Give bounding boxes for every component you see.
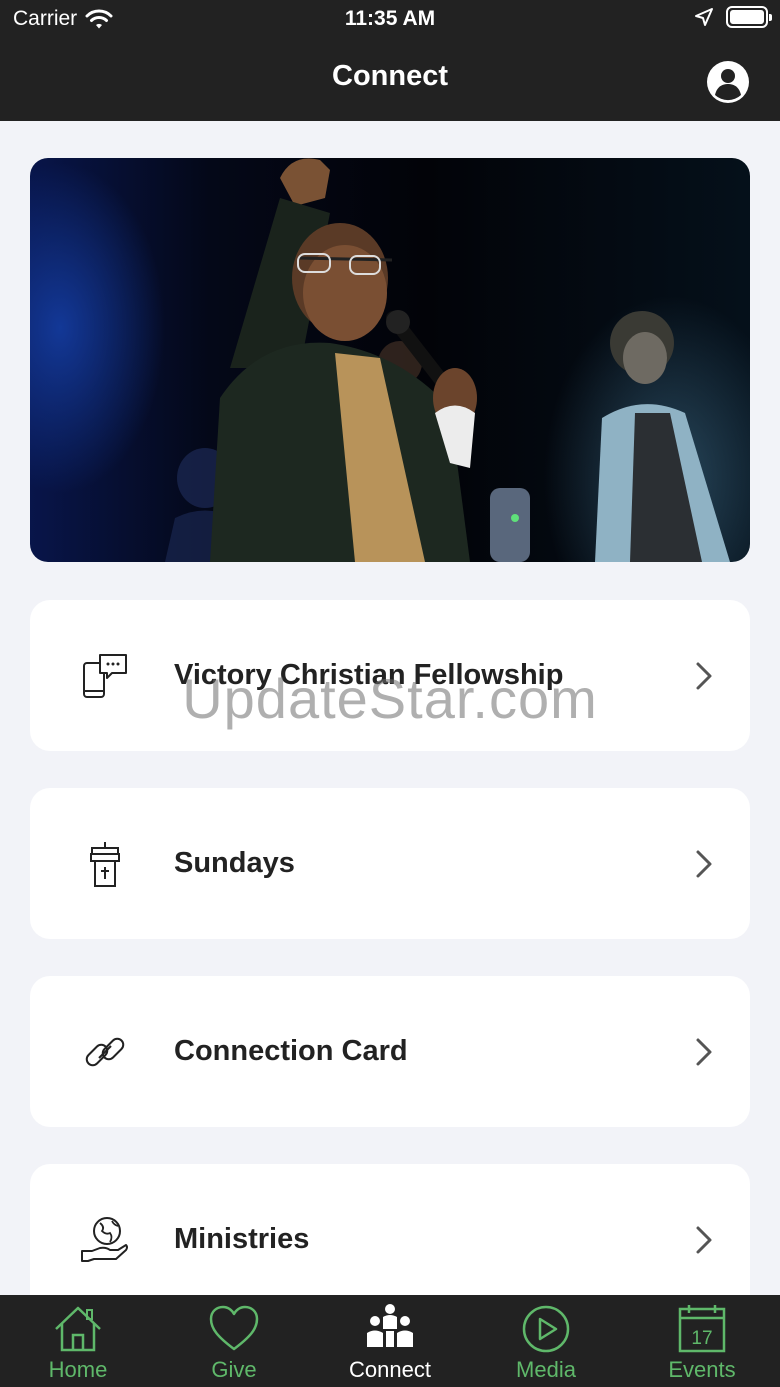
worship-leader-photo <box>165 158 730 562</box>
link-icon <box>85 1037 125 1066</box>
tab-bar: Home Give Connect Media 17 Events <box>0 1295 780 1387</box>
card-sundays[interactable]: Sundays <box>30 788 750 939</box>
people-icon <box>367 1304 413 1347</box>
hero-image <box>30 158 750 562</box>
top-bar: Carrier 11:35 AM Connect <box>0 0 780 121</box>
battery-icon <box>726 6 772 28</box>
tab-connect[interactable]: Connect <box>312 1295 468 1387</box>
status-time: 11:35 AM <box>344 7 436 30</box>
tab-label-connect: Connect <box>349 1357 431 1382</box>
tab-label-events: Events <box>668 1357 736 1382</box>
tab-media[interactable]: Media <box>468 1295 624 1387</box>
card-ministries[interactable]: Ministries <box>30 1164 750 1315</box>
play-icon <box>522 1305 570 1353</box>
globe-hand-icon <box>81 1216 128 1262</box>
calendar-icon: 17 <box>678 1305 726 1353</box>
status-bar: Carrier 11:35 AM <box>0 0 780 40</box>
card-label-sundays: Sundays <box>174 847 295 879</box>
card-label-victory: Victory Christian Fellowship <box>174 659 564 691</box>
tab-home[interactable]: Home <box>0 1295 156 1387</box>
tab-give[interactable]: Give <box>156 1295 312 1387</box>
tab-events[interactable]: 17 Events <box>624 1295 780 1387</box>
calendar-day: 17 <box>691 1328 712 1349</box>
tab-label-home: Home <box>48 1357 108 1382</box>
app-screen: Carrier 11:35 AM Connect Victory Christi… <box>0 0 780 1387</box>
chevron-right-icon <box>696 850 712 877</box>
status-right <box>694 6 772 28</box>
pulpit-icon <box>90 841 120 887</box>
tab-label-give: Give <box>211 1357 257 1382</box>
card-label-connection: Connection Card <box>174 1035 408 1067</box>
heart-icon <box>209 1305 259 1351</box>
phone-chat-icon <box>83 653 127 698</box>
card-victory-christian-fellowship[interactable]: Victory Christian Fellowship <box>30 600 750 751</box>
chevron-right-icon <box>696 662 712 689</box>
chevron-right-icon <box>696 1038 712 1065</box>
card-connection-card[interactable]: Connection Card <box>30 976 750 1127</box>
chevron-right-icon <box>696 1226 712 1253</box>
page-title: Connect <box>332 60 448 92</box>
tab-label-media: Media <box>516 1357 576 1382</box>
home-icon <box>55 1306 101 1352</box>
location-arrow-icon <box>695 8 713 26</box>
profile-icon[interactable] <box>706 60 750 104</box>
card-label-ministries: Ministries <box>174 1223 310 1255</box>
